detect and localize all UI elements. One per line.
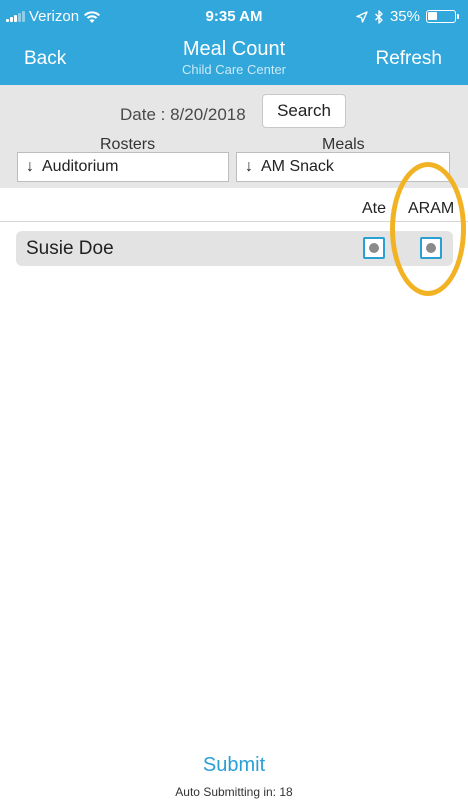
arrow-down-icon: ↓ [245,158,253,175]
list-item: Susie Doe [16,231,453,266]
checked-dot-icon [369,243,379,253]
roster-selected-value: Auditorium [42,158,119,175]
top-bar: Verizon 9:35 AM 35% Back Meal Count Chil… [0,0,468,85]
meal-selected-value: AM Snack [261,158,334,175]
ate-column-label: Ate [362,200,387,217]
refresh-button[interactable]: Refresh [375,48,442,70]
status-bar: Verizon 9:35 AM 35% [0,0,468,34]
ate-checkbox[interactable] [363,237,385,259]
roster-dropdown[interactable]: ↓ Auditorium [17,152,229,182]
search-button[interactable]: Search [262,94,346,128]
location-arrow-icon [356,10,368,23]
battery-percent: 35% [389,8,420,25]
highlight-circle-annotation [390,162,466,296]
bluetooth-icon [374,9,383,24]
arrow-down-icon: ↓ [26,158,34,175]
auto-submit-countdown: Auto Submitting in: 18 [175,785,293,799]
submit-button[interactable]: Submit [0,754,468,777]
filter-panel: Date : 8/20/2018 Search Rosters Meals ↓ A… [0,85,468,188]
status-right-group: 35% [356,8,459,25]
child-name: Susie Doe [26,238,114,259]
battery-icon [426,10,459,23]
date-label: Date : 8/20/2018 [120,105,246,124]
